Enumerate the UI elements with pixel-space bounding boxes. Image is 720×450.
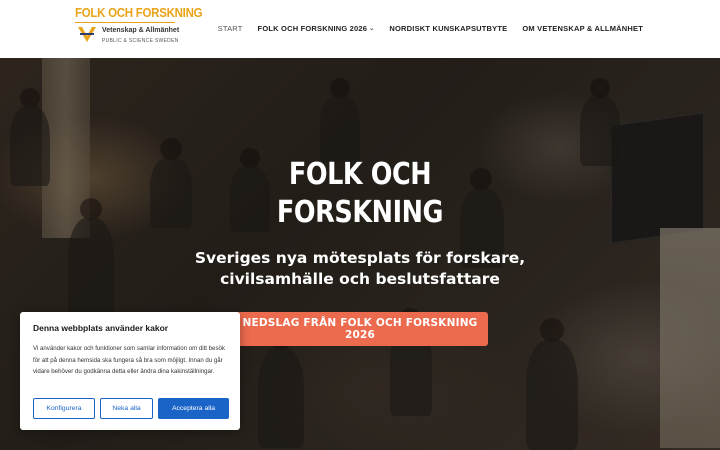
nav-item-nordiskt-kunskapsutbyte[interactable]: NORDISKT KUNSKAPSUTBYTE — [389, 24, 507, 33]
chevron-down-icon: ⌄ — [369, 26, 375, 32]
nav-item-label: START — [217, 24, 243, 33]
configure-button[interactable]: Konfigurera — [33, 398, 95, 419]
nav-item-start[interactable]: START — [218, 24, 243, 33]
nav-item-folk-och-forskning-2026[interactable]: FOLK OCH FORSKNING 2026 ⌄ — [258, 24, 375, 33]
site-logo[interactable]: FOLK OCH FORSKNING Vetenskap & Allmänhet… — [75, 6, 203, 52]
reject-all-button[interactable]: Neka alla — [100, 398, 153, 419]
hero-title-line1: FOLK OCH — [288, 157, 432, 192]
accept-all-button[interactable]: Acceptera alla — [158, 398, 229, 419]
hero-title-line2: FORSKNING — [276, 195, 444, 230]
hero-subtitle: Sveriges nya mötesplats för forskare, ci… — [0, 248, 720, 290]
hero-cta-button[interactable]: NEDSLAG FRÅN FOLK OCH FORSKNING 2026 — [232, 312, 488, 346]
logo-subtitle: Vetenskap & Allmänhet — [102, 27, 180, 34]
va-logo-icon — [78, 27, 96, 42]
hero-title: FOLK OCH FORSKNING — [54, 156, 666, 232]
cookie-consent-banner: Denna webbplats använder kakor Vi använd… — [20, 312, 240, 430]
logo-tagline: PUBLIC & SCIENCE SWEDEN — [102, 38, 179, 44]
site-header: FOLK OCH FORSKNING Vetenskap & Allmänhet… — [0, 0, 720, 58]
logo-divider — [75, 22, 175, 23]
logo-title: FOLK OCH FORSKNING — [75, 6, 203, 20]
main-nav: START FOLK OCH FORSKNING 2026 ⌄ NORDISKT… — [203, 24, 643, 33]
hero-subtitle-line1: Sveriges nya mötesplats för forskare, — [194, 249, 526, 267]
nav-item-label: NORDISKT KUNSKAPSUTBYTE — [389, 24, 508, 33]
cookie-text: Vi använder kakor och funktioner som sam… — [33, 345, 225, 376]
nav-item-label: FOLK OCH FORSKNING 2026 — [257, 24, 368, 33]
hero-subtitle-line2: civilsamhälle och beslutsfattare — [220, 270, 500, 288]
nav-item-om-vetenskap[interactable]: OM VETENSKAP & ALLMÄNHET — [522, 24, 643, 33]
nav-item-label: OM VETENSKAP & ALLMÄNHET — [522, 24, 643, 33]
cookie-buttons: Konfigurera Neka alla Acceptera alla — [33, 398, 229, 419]
cookie-title: Denna webbplats använder kakor — [33, 323, 169, 333]
